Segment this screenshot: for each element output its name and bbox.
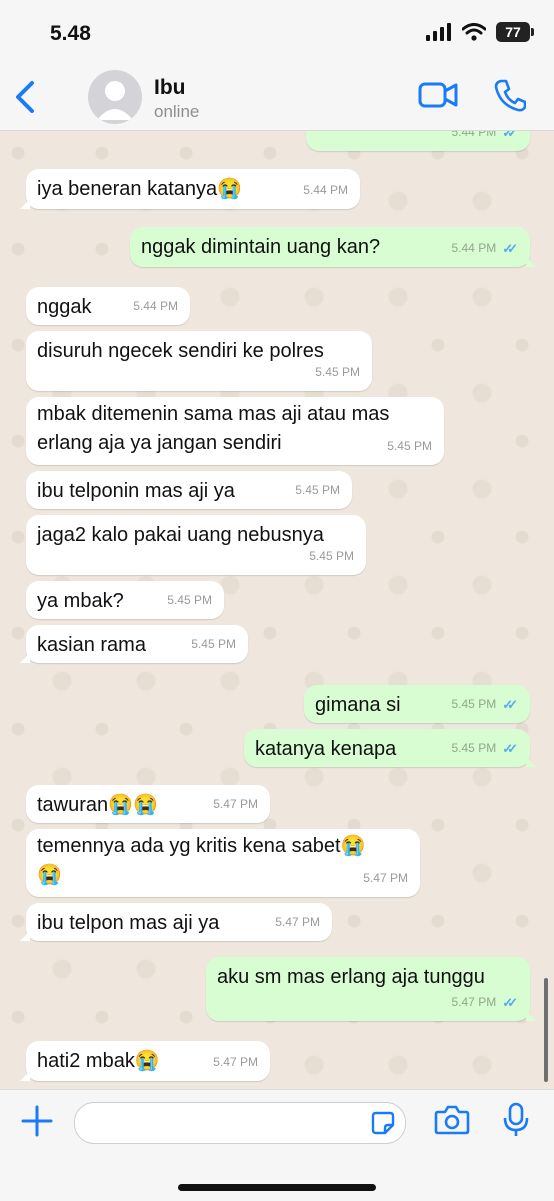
message-time: 5.45 PM	[451, 741, 497, 755]
message-time: 5.47 PM	[363, 871, 408, 885]
message-bubble[interactable]: ya mbak? 5.45 PM	[26, 581, 224, 619]
message-bubble[interactable]: nggak 5.44 PM	[26, 287, 190, 325]
avatar-placeholder-icon	[97, 81, 133, 120]
read-ticks-icon: ✓✓	[502, 697, 518, 712]
message-text: nggak	[37, 296, 92, 318]
read-ticks-icon: ✓✓	[502, 131, 518, 140]
chat-area[interactable]: beneran? 5.44 PM ✓✓ iya beneran katanya😭 …	[0, 131, 554, 1089]
message-meta: 5.44 PM	[303, 176, 348, 205]
message-meta: 5.45 PM	[315, 358, 360, 387]
message-time: 5.47 PM	[213, 797, 258, 811]
message-bubble[interactable]: beneran? 5.44 PM ✓✓	[306, 131, 530, 151]
message-bubble[interactable]: iya beneran katanya😭 5.44 PM	[20, 169, 360, 209]
message-bubble[interactable]: aku sm mas erlang aja tunggu 5.47 PM ✓✓	[206, 957, 536, 1021]
message-meta: 5.47 PM ✓✓	[452, 988, 519, 1017]
chat-header: Ibu online	[0, 62, 554, 131]
message-text: ya mbak?	[37, 590, 124, 612]
message-time: 5.44 PM	[133, 299, 178, 313]
message-time: 5.44 PM	[451, 241, 497, 255]
message-text: gimana si	[315, 694, 401, 716]
message-text: beneran?	[318, 131, 403, 140]
message-meta: 5.44 PM ✓✓	[452, 234, 519, 263]
message-text-line2: 😭	[37, 864, 62, 886]
status-icons: 77	[426, 22, 534, 42]
message-bubble[interactable]: kasian rama 5.45 PM	[20, 625, 248, 663]
message-text: iya beneran katanya😭	[37, 178, 243, 200]
message-time: 5.44 PM	[303, 183, 348, 197]
message-meta: 5.47 PM	[213, 1048, 258, 1077]
contact-name[interactable]: Ibu	[154, 76, 186, 100]
message-time: 5.45 PM	[315, 365, 360, 379]
read-ticks-icon: ✓✓	[502, 741, 518, 756]
message-bubble[interactable]: katanya kenapa 5.45 PM ✓✓	[244, 729, 536, 767]
camera-icon[interactable]	[434, 1104, 470, 1136]
message-bubble[interactable]: gimana si 5.45 PM ✓✓	[304, 685, 530, 723]
message-meta: 5.45 PM ✓✓	[452, 690, 519, 719]
message-text: disuruh ngecek sendiri ke polres	[37, 340, 324, 362]
message-meta: 5.45 PM ✓✓	[452, 734, 519, 763]
message-bubble[interactable]: temennya ada yg kritis kena sabet😭 😭 5.4…	[26, 829, 420, 897]
message-bubble[interactable]: tawuran😭😭 5.47 PM	[26, 785, 270, 823]
battery-indicator: 77	[496, 22, 534, 42]
message-meta: 5.44 PM	[133, 292, 178, 321]
message-text: ibu telpon mas aji ya	[37, 912, 220, 934]
message-text: mbak ditemenin sama mas aji atau mas	[37, 403, 390, 425]
message-text: hati2 mbak😭	[37, 1050, 160, 1072]
message-bubble[interactable]: ibu telpon mas aji ya 5.47 PM	[20, 903, 332, 941]
message-time: 5.45 PM	[295, 483, 340, 497]
message-time: 5.45 PM	[309, 549, 354, 563]
message-bubble[interactable]: disuruh ngecek sendiri ke polres 5.45 PM	[26, 331, 372, 391]
message-meta: 5.44 PM ✓✓	[452, 131, 519, 147]
plus-icon[interactable]	[20, 1104, 54, 1138]
status-time: 5.48	[50, 22, 91, 45]
message-text: nggak dimintain uang kan?	[141, 236, 381, 258]
message-text: ibu telponin mas aji ya	[37, 480, 235, 502]
message-time: 5.45 PM	[451, 697, 497, 711]
message-text-line2: erlang aja ya jangan sendiri	[37, 432, 282, 454]
message-bubble[interactable]: ibu telponin mas aji ya 5.45 PM	[26, 471, 352, 509]
message-time: 5.44 PM	[451, 131, 497, 139]
message-time: 5.45 PM	[387, 439, 432, 453]
input-bar	[0, 1089, 554, 1201]
message-text: jaga2 kalo pakai uang nebusnya	[37, 524, 324, 546]
message-time: 5.47 PM	[213, 1055, 258, 1069]
message-text: temennya ada yg kritis kena sabet😭	[37, 835, 366, 857]
scroll-indicator[interactable]	[544, 978, 548, 1082]
status-bar: 5.48 77	[0, 0, 554, 62]
signal-icon	[426, 23, 451, 41]
phone-icon[interactable]	[494, 78, 526, 112]
contact-status: online	[154, 102, 200, 121]
mic-icon[interactable]	[502, 1102, 530, 1138]
message-meta: 5.47 PM	[363, 864, 408, 893]
message-meta: 5.45 PM	[167, 586, 212, 615]
home-indicator	[178, 1184, 376, 1191]
message-time: 5.45 PM	[167, 593, 212, 607]
sticker-icon[interactable]	[371, 1111, 395, 1135]
video-call-icon[interactable]	[418, 80, 458, 110]
message-input-field[interactable]	[74, 1102, 406, 1144]
read-ticks-icon: ✓✓	[502, 995, 518, 1010]
message-meta: 5.47 PM	[275, 908, 320, 937]
message-time: 5.47 PM	[275, 915, 320, 929]
message-input[interactable]	[89, 1103, 373, 1143]
wifi-icon	[462, 23, 486, 41]
message-bubble[interactable]: jaga2 kalo pakai uang nebusnya 5.45 PM	[26, 515, 366, 575]
message-meta: 5.45 PM	[295, 476, 340, 505]
message-text: katanya kenapa	[255, 738, 397, 760]
message-bubble[interactable]: nggak dimintain uang kan? 5.44 PM ✓✓	[130, 227, 536, 267]
message-text: tawuran😭😭	[37, 794, 158, 816]
message-meta: 5.47 PM	[213, 790, 258, 819]
avatar[interactable]	[88, 70, 142, 124]
message-meta: 5.45 PM	[387, 432, 432, 461]
read-ticks-icon: ✓✓	[502, 241, 518, 256]
back-chevron-icon[interactable]	[12, 80, 40, 114]
message-text: kasian rama	[37, 634, 146, 656]
message-time: 5.47 PM	[451, 995, 497, 1009]
message-time: 5.45 PM	[191, 637, 236, 651]
message-meta: 5.45 PM	[191, 630, 236, 659]
message-meta: 5.45 PM	[309, 542, 354, 571]
message-bubble[interactable]: hati2 mbak😭 5.47 PM	[20, 1041, 270, 1081]
message-text: aku sm mas erlang aja tunggu	[217, 966, 485, 988]
message-bubble[interactable]: mbak ditemenin sama mas aji atau mas erl…	[26, 397, 444, 465]
